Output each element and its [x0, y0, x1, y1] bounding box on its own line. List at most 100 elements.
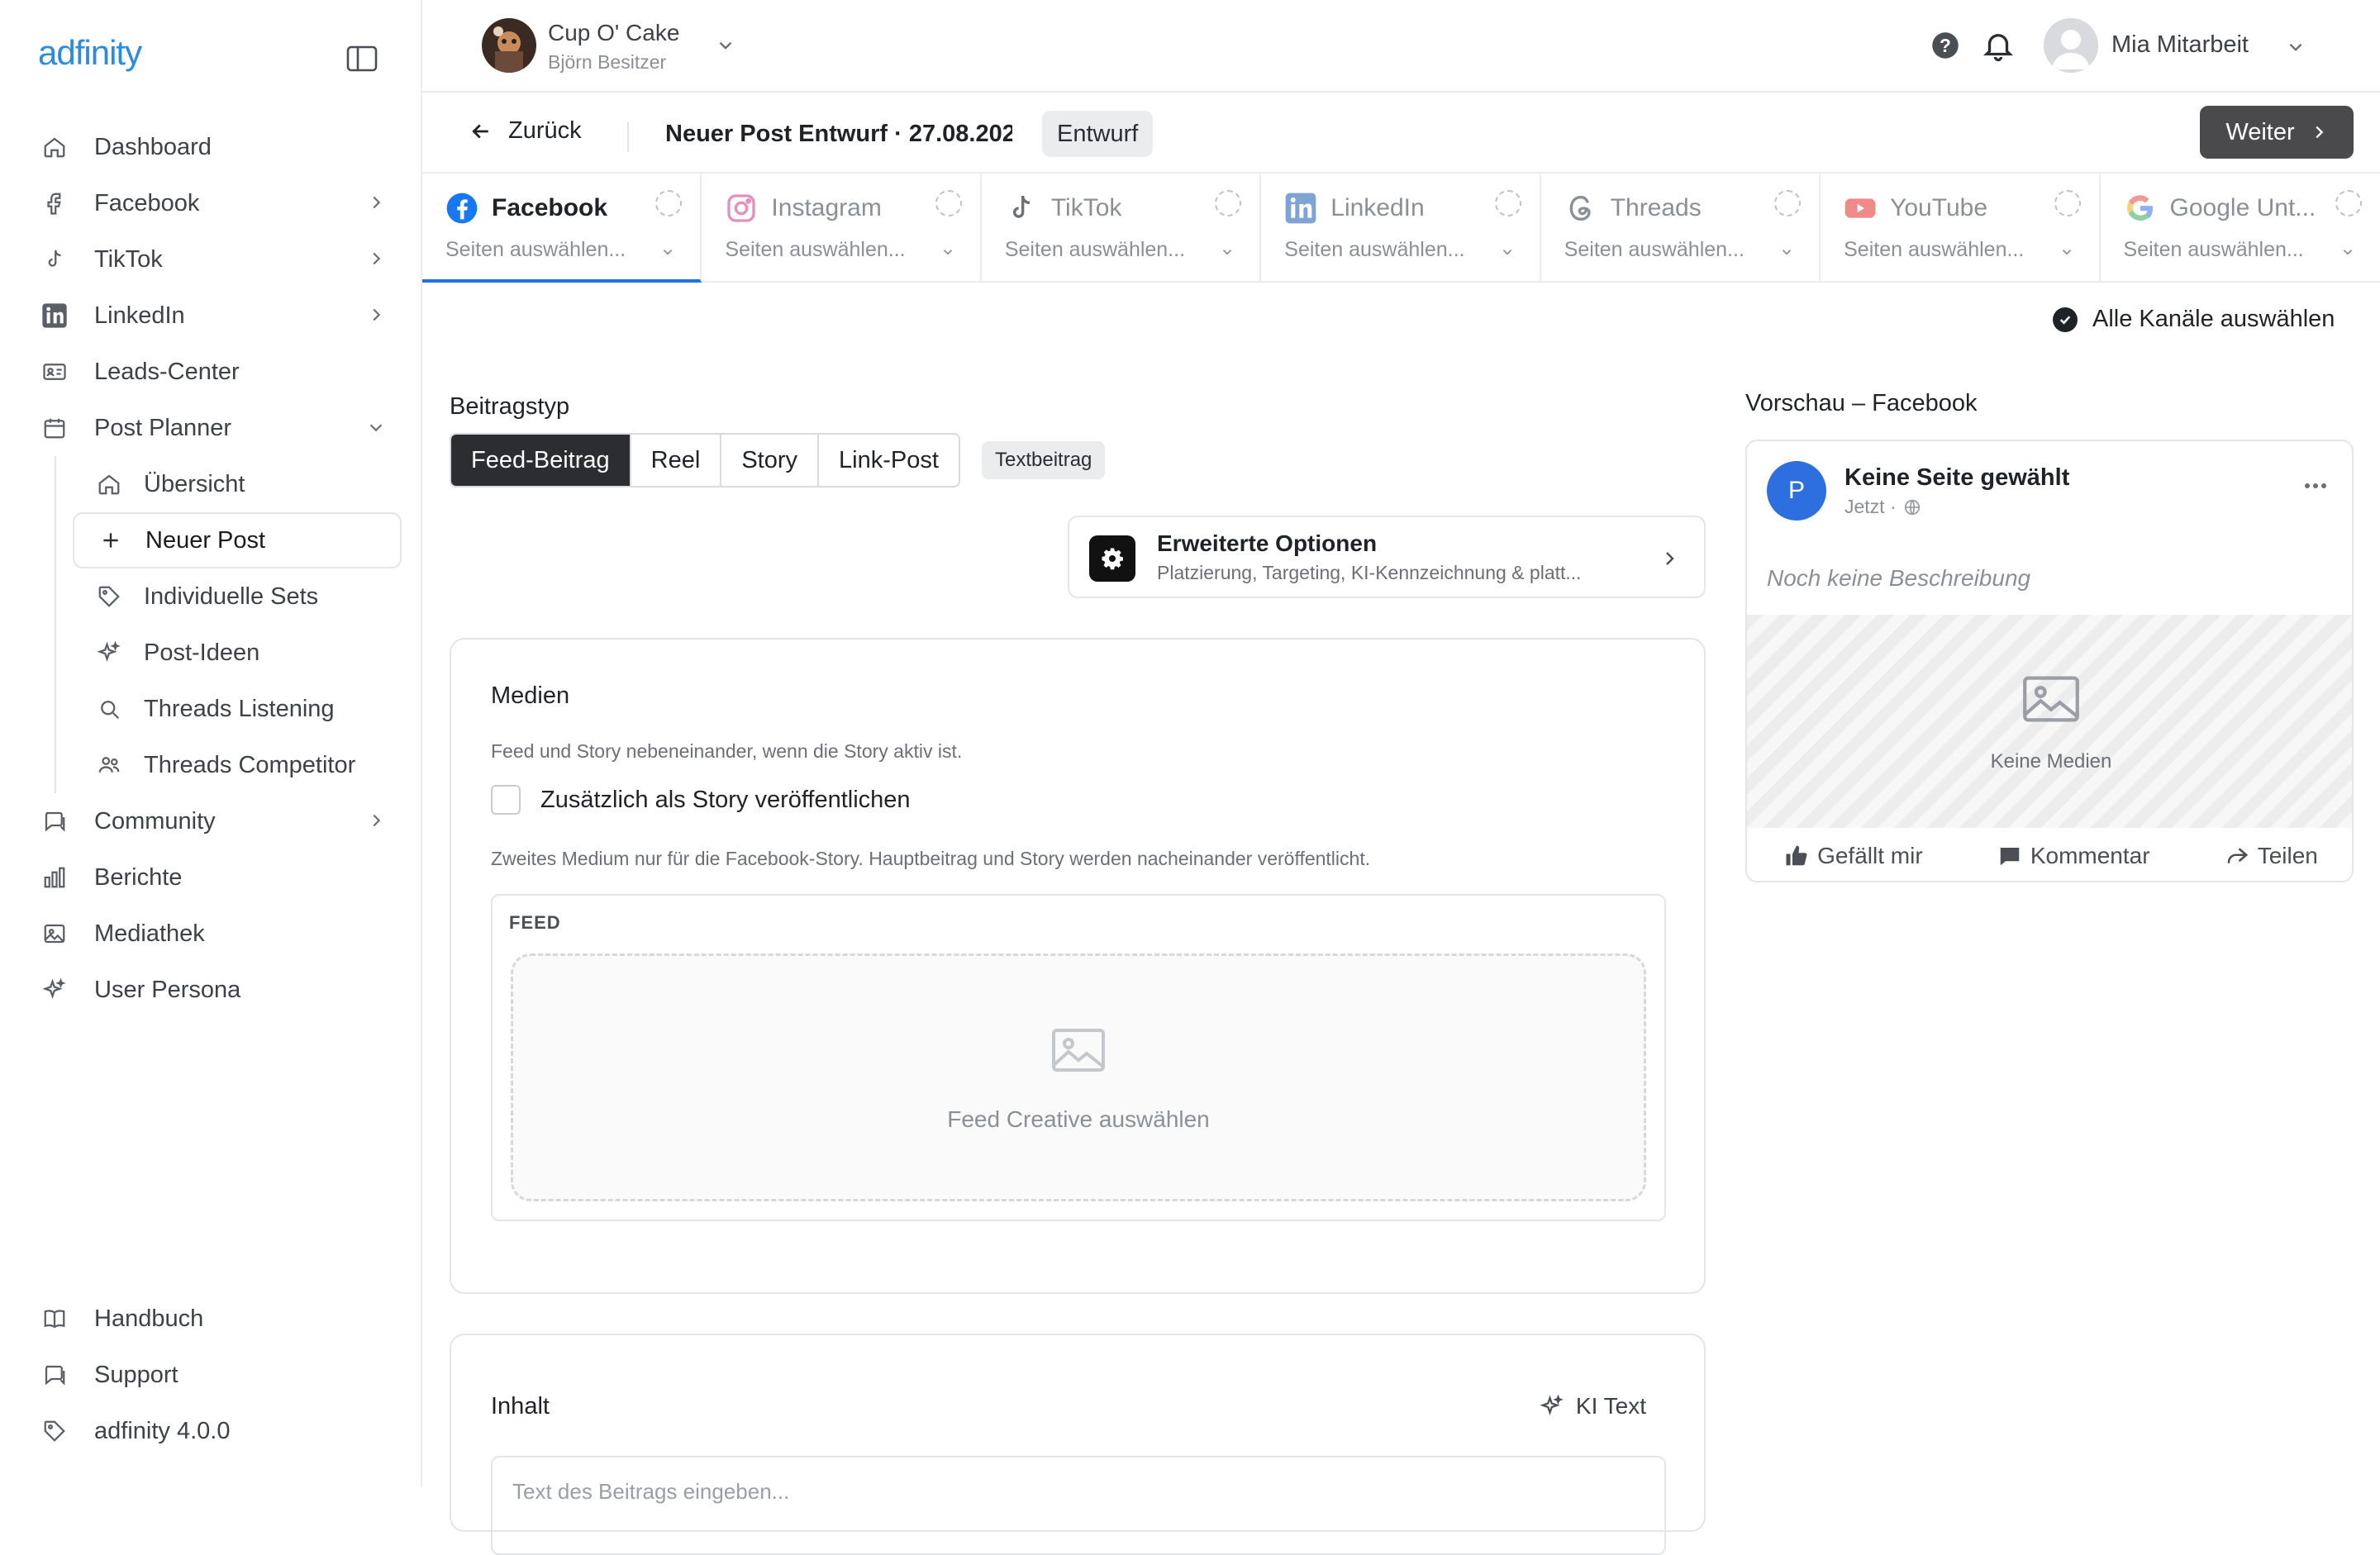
sidebar-item-label: adfinity 4.0.0 — [94, 1417, 231, 1444]
tab-linkedin[interactable]: LinkedIn Seiten auswählen... — [1261, 174, 1541, 283]
sidebar-item-user-persona[interactable]: User Persona — [38, 962, 402, 1018]
adfinity-logo[interactable]: adfinity — [38, 33, 147, 76]
sidebar-item-tiktok[interactable]: TikTok — [38, 231, 402, 288]
sidebar-item-label: Individuelle Sets — [144, 583, 319, 610]
channel-name: TikTok — [1050, 194, 1122, 221]
status-circle-icon — [1494, 190, 1521, 216]
tab-tiktok[interactable]: TikTok Seiten auswählen... — [982, 174, 1262, 283]
chat-icon — [38, 1358, 71, 1391]
threads-icon — [1569, 195, 1591, 221]
advanced-options-button[interactable]: Erweiterte Optionen Platzierung, Targeti… — [1068, 516, 1706, 598]
shop-avatar[interactable] — [482, 18, 536, 73]
status-circle-icon — [2335, 190, 2362, 216]
sidebar: adfinity Dashboard Facebook TikTok Linke… — [0, 0, 422, 1487]
sidebar-item-dashboard[interactable]: Dashboard — [38, 119, 402, 175]
shop-name[interactable]: Cup O' Cake — [548, 20, 679, 46]
sidebar-item-individuelle-sets[interactable]: Individuelle Sets — [73, 568, 402, 625]
page-select[interactable]: Seiten auswählen... — [445, 235, 626, 264]
feed-label: FEED — [509, 912, 561, 933]
page-select[interactable]: Seiten auswählen... — [2124, 235, 2304, 264]
globe-icon — [1904, 499, 1920, 515]
sidebar-item-mediathek[interactable]: Mediathek — [38, 906, 402, 962]
sidebar-item-threads-listening[interactable]: Threads Listening — [73, 681, 402, 737]
sidebar-item-uebersicht[interactable]: Übersicht — [73, 456, 402, 512]
post-text-placeholder: Text des Beitrags eingeben... — [512, 1479, 790, 1504]
sidebar-item-version[interactable]: adfinity 4.0.0 — [38, 1403, 402, 1459]
tiktok-icon — [38, 243, 71, 276]
status-circle-icon — [1215, 190, 1242, 216]
sidebar-item-post-planner[interactable]: Post Planner — [38, 400, 402, 456]
tab-threads[interactable]: Threads Seiten auswählen... — [1541, 174, 1821, 283]
user-avatar[interactable] — [2044, 18, 2098, 73]
back-button[interactable]: Zurück — [469, 117, 582, 145]
status-circle-icon — [935, 190, 962, 216]
post-type-link[interactable]: Link-Post — [819, 435, 959, 486]
sidebar-item-leads-center[interactable]: Leads-Center — [38, 344, 402, 400]
chevron-right-icon — [373, 814, 381, 827]
sidebar-item-handbuch[interactable]: Handbuch — [38, 1291, 402, 1347]
page-select[interactable]: Seiten auswählen... — [1284, 235, 1464, 264]
comment-button[interactable]: Kommentar — [1997, 843, 2150, 869]
chevron-down-icon[interactable] — [2285, 36, 2306, 58]
bell-icon[interactable] — [1981, 28, 2016, 63]
like-button[interactable]: Gefällt mir — [1784, 843, 1923, 869]
sidebar-item-threads-competitor[interactable]: Threads Competitor — [73, 737, 402, 793]
tab-facebook[interactable]: Facebook Seiten auswählen... — [422, 174, 702, 283]
chat-icon — [38, 805, 71, 838]
image-icon — [1052, 1029, 1105, 1072]
sidebar-item-community[interactable]: Community — [38, 793, 402, 849]
channel-name: Google Unt... — [2169, 194, 2316, 221]
preview-actions: Gefällt mir Kommentar Teilen — [1747, 828, 2352, 881]
id-card-icon — [38, 355, 71, 388]
sidebar-toggle-icon[interactable] — [345, 45, 378, 73]
ai-text-button[interactable]: KI Text — [1540, 1393, 1646, 1419]
users-icon — [93, 749, 126, 782]
draft-title[interactable]: Neuer Post Entwurf · 27.08.2025 — [665, 116, 1012, 152]
tab-instagram[interactable]: Instagram Seiten auswählen... — [702, 174, 982, 283]
search-icon — [93, 692, 126, 725]
text-post-badge[interactable]: Textbeitrag — [982, 441, 1106, 479]
help-icon[interactable]: ? — [1928, 28, 1963, 63]
more-options-icon[interactable] — [2304, 483, 2327, 489]
image-icon — [38, 917, 71, 950]
tab-google[interactable]: Google Unt... Seiten auswählen... — [2101, 174, 2380, 283]
select-all-channels[interactable]: Alle Kanäle auswählen — [2053, 306, 2335, 333]
media-title: Medien — [491, 682, 570, 709]
sidebar-item-label: Post-Ideen — [144, 639, 260, 666]
sidebar-item-neuer-post[interactable]: Neuer Post — [73, 512, 402, 568]
sidebar-item-berichte[interactable]: Berichte — [38, 849, 402, 906]
next-label: Weiter — [2225, 118, 2295, 145]
preview-page-name: Keine Seite gewählt — [1844, 464, 2070, 491]
preview-title: Vorschau – Facebook — [1745, 390, 1978, 416]
next-button[interactable]: Weiter — [2200, 106, 2354, 159]
top-bar: Cup O' Cake Björn Besitzer ? Mia Mitarbe… — [422, 0, 2380, 93]
chevron-down-icon[interactable] — [715, 35, 736, 56]
tiktok-icon — [1012, 195, 1030, 218]
sidebar-item-label: Neuer Post — [145, 526, 266, 554]
story-checkbox[interactable] — [491, 785, 521, 815]
back-label: Zurück — [508, 117, 582, 144]
tab-youtube[interactable]: YouTube Seiten auswählen... — [1821, 174, 2101, 283]
chevron-right-icon — [2316, 126, 2323, 139]
user-name[interactable]: Mia Mitarbeit — [2111, 31, 2249, 59]
post-type-feed[interactable]: Feed-Beitrag — [451, 435, 631, 486]
sidebar-item-linkedin[interactable]: LinkedIn — [38, 288, 402, 344]
page-select[interactable]: Seiten auswählen... — [1005, 235, 1185, 264]
sparkles-icon — [1540, 1394, 1564, 1415]
story-checkbox-row[interactable]: Zusätzlich als Story veröffentlichen — [491, 785, 911, 815]
sidebar-item-post-ideen[interactable]: Post-Ideen — [73, 625, 402, 681]
post-text-input[interactable]: Text des Beitrags eingeben... — [491, 1456, 1666, 1555]
post-type-reel[interactable]: Reel — [631, 435, 722, 486]
sidebar-item-facebook[interactable]: Facebook — [38, 175, 402, 231]
chevron-down-icon — [664, 250, 673, 255]
sidebar-item-support[interactable]: Support — [38, 1347, 402, 1403]
share-button[interactable]: Teilen — [2225, 843, 2318, 869]
feed-dropzone[interactable]: Feed Creative auswählen — [511, 953, 1646, 1201]
post-type-story[interactable]: Story — [721, 435, 819, 486]
page-select[interactable]: Seiten auswählen... — [725, 235, 905, 264]
page-select[interactable]: Seiten auswählen... — [1844, 235, 2024, 264]
page-select[interactable]: Seiten auswählen... — [1564, 235, 1745, 264]
channel-name: YouTube — [1890, 194, 1987, 221]
book-icon — [38, 1302, 71, 1335]
chevron-right-icon — [373, 252, 381, 265]
